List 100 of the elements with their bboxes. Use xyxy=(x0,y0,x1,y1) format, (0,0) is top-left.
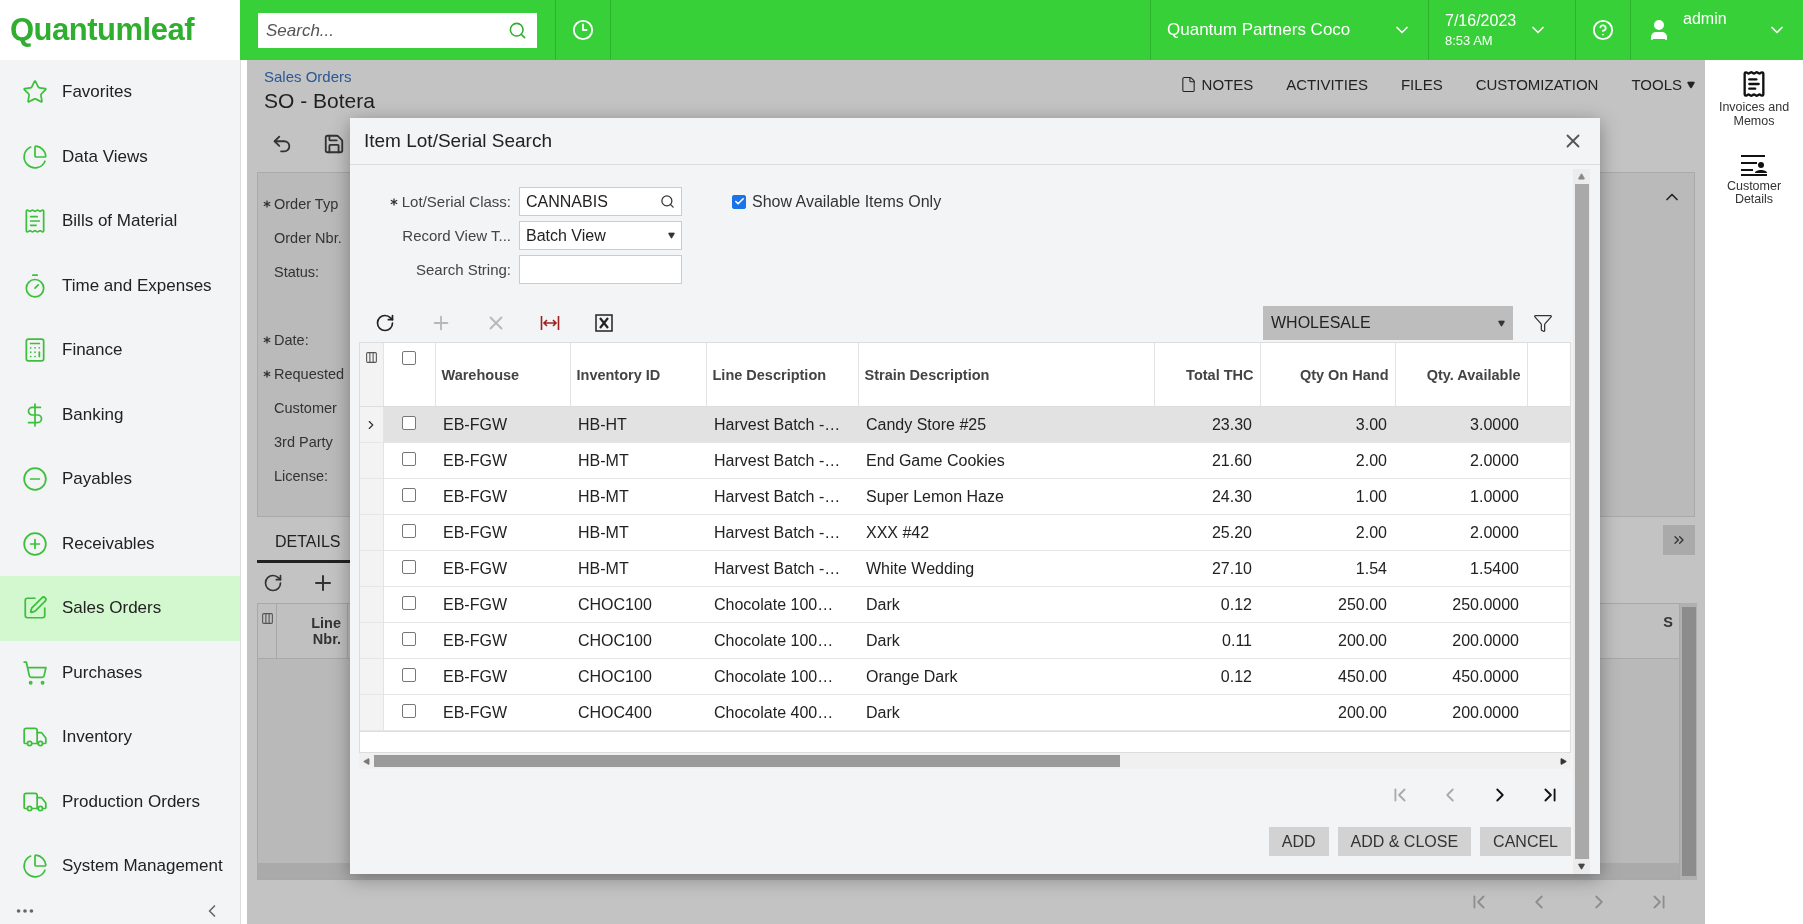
scroll-arrow-icon[interactable] xyxy=(1560,757,1567,765)
filter-icon[interactable] xyxy=(1533,313,1553,333)
table-cell: Dark xyxy=(858,622,1154,659)
search-field[interactable]: Search... xyxy=(258,13,537,48)
sidebar-item[interactable]: Data Views xyxy=(0,124,240,189)
scrollbar[interactable] xyxy=(1680,603,1697,880)
table-cell: Dark xyxy=(858,586,1154,623)
table-cell: CHOC100 xyxy=(570,586,706,623)
table-cell: 27.10 xyxy=(1154,550,1260,587)
dropdown[interactable]: WHOLESALE xyxy=(1263,306,1513,340)
checkbox[interactable] xyxy=(402,559,417,574)
sidebar-item[interactable]: Inventory xyxy=(0,705,240,770)
dropdown[interactable]: Batch View xyxy=(519,221,682,250)
undo-icon[interactable] xyxy=(271,133,293,155)
dialog-button[interactable]: ADD & CLOSE xyxy=(1337,827,1472,856)
side-panel-link[interactable]: Customer Details xyxy=(1709,152,1799,207)
spreadsheet-export-icon[interactable] xyxy=(595,314,613,332)
checkbox[interactable] xyxy=(402,351,416,365)
table-row[interactable]: EB-FGW HB-MT Harvest Batch -… White Wedding 27.10 1.54 1.5400 xyxy=(360,550,1570,587)
columns-icon[interactable] xyxy=(364,351,378,364)
sidebar-item[interactable]: Favorites xyxy=(0,60,240,125)
toolbar-action[interactable]: FILES xyxy=(1400,76,1443,93)
toolbar-action[interactable]: NOTES xyxy=(1179,76,1254,93)
checkbox[interactable] xyxy=(732,194,746,209)
more-tabs-button[interactable] xyxy=(1663,525,1695,555)
checkbox[interactable] xyxy=(402,595,417,610)
table-cell: Harvest Batch -… xyxy=(706,514,858,551)
input-field[interactable]: CANNABIS xyxy=(519,187,682,216)
columns-icon[interactable] xyxy=(260,612,274,625)
sidebar-item[interactable]: Sales Orders xyxy=(0,576,240,641)
dialog-button[interactable]: ADD xyxy=(1268,827,1329,856)
checkbox[interactable] xyxy=(402,451,417,466)
pie-chart-icon xyxy=(22,853,48,880)
refresh-icon[interactable] xyxy=(263,573,283,593)
column-header[interactable]: Strain Description xyxy=(858,343,1154,407)
table-cell: 2.0000 xyxy=(1395,442,1527,479)
column-header[interactable]: Qty On Hand xyxy=(1260,343,1395,407)
column-header[interactable]: Inventory ID xyxy=(570,343,706,407)
table-cell: Super Lemon Haze xyxy=(858,478,1154,515)
side-panel-link[interactable]: Invoices and Memos xyxy=(1709,70,1799,129)
sidebar-item[interactable]: Finance xyxy=(0,318,240,383)
table-row[interactable]: EB-FGW HB-MT Harvest Batch -… End Game Cookies 21.60 2.00 2.0000 xyxy=(360,442,1570,479)
column-header[interactable]: Line Description xyxy=(706,343,858,407)
column-header[interactable]: Total THC xyxy=(1154,343,1260,407)
table-row[interactable]: EB-FGW CHOC100 Chocolate 100… Dark 0.12 250.00 250.0000 xyxy=(360,586,1570,623)
table-cell: EB-FGW xyxy=(435,406,570,443)
checkbox[interactable] xyxy=(402,631,417,646)
toolbar-action[interactable]: TOOLS xyxy=(1631,76,1695,93)
table-cell: EB-FGW xyxy=(435,478,570,515)
scrollbar[interactable] xyxy=(1573,169,1590,874)
fit-columns-icon[interactable] xyxy=(540,314,560,332)
toolbar-action[interactable]: CUSTOMIZATION xyxy=(1475,76,1599,93)
table-cell: 24.30 xyxy=(1154,478,1260,515)
table-row[interactable]: EB-FGW HB-MT Harvest Batch -… Super Lemon Haze 24.30 1.00 1.0000 xyxy=(360,478,1570,515)
table-cell: HB-MT xyxy=(570,550,706,587)
checkbox[interactable] xyxy=(402,487,417,502)
table-cell: Chocolate 100… xyxy=(706,622,858,659)
column-header[interactable]: Warehouse xyxy=(435,343,570,407)
table-cell: 1.00 xyxy=(1260,478,1395,515)
save-icon[interactable] xyxy=(323,133,345,155)
table-cell: EB-FGW xyxy=(435,514,570,551)
table-cell: CHOC100 xyxy=(570,622,706,659)
sidebar-item[interactable]: Production Orders xyxy=(0,769,240,834)
refresh-icon[interactable] xyxy=(375,313,395,333)
field-label: Date: xyxy=(274,332,309,348)
scroll-arrow-icon[interactable] xyxy=(1578,863,1585,870)
toolbar-action[interactable]: ACTIVITIES xyxy=(1286,76,1368,93)
search-icon[interactable] xyxy=(508,21,527,40)
checkbox[interactable] xyxy=(402,703,417,718)
sidebar-item[interactable]: Purchases xyxy=(0,640,240,705)
sidebar-item[interactable]: Banking xyxy=(0,382,240,447)
checkbox[interactable] xyxy=(402,415,417,430)
table-cell: 25.20 xyxy=(1154,514,1260,551)
checkbox[interactable] xyxy=(402,667,417,682)
dialog-button[interactable]: CANCEL xyxy=(1480,827,1571,856)
table-row[interactable]: EB-FGW HB-MT Harvest Batch -… XXX #42 25.20 2.00 2.0000 xyxy=(360,514,1570,551)
input-field[interactable] xyxy=(519,255,682,284)
table-cell: EB-FGW xyxy=(435,622,570,659)
table-cell: CHOC100 xyxy=(570,658,706,695)
field-label: Customer xyxy=(274,400,337,416)
sidebar-item[interactable]: Payables xyxy=(0,447,240,512)
sidebar-item[interactable]: System Management xyxy=(0,834,240,899)
sidebar-item[interactable]: Time and Expenses xyxy=(0,253,240,318)
table-row[interactable]: EB-FGW CHOC400 Chocolate 400… Dark 200.00 200.0000 xyxy=(360,694,1570,731)
table-row[interactable]: EB-FGW CHOC100 Chocolate 100… Dark 0.11 200.00 200.0000 xyxy=(360,622,1570,659)
sidebar-item[interactable]: Bills of Material xyxy=(0,189,240,254)
column-header[interactable]: Qty. Available xyxy=(1395,343,1527,407)
horizontal-scrollbar[interactable] xyxy=(359,753,1571,769)
table-row[interactable]: EB-FGW CHOC100 Chocolate 100… Orange Dark 0.12 450.00 450.0000 xyxy=(360,658,1570,695)
field-label: Status: xyxy=(274,264,320,280)
table-cell: HB-HT xyxy=(570,406,706,443)
column-header[interactable]: S xyxy=(1657,604,1679,658)
table-row[interactable]: EB-FGW HB-HT Harvest Batch -… Candy Store #25 23.30 3.00 3.0000 xyxy=(360,406,1570,443)
plus-circle-icon xyxy=(22,530,48,557)
breadcrumb-link[interactable]: Sales Orders xyxy=(264,68,375,85)
caret-icon xyxy=(668,232,675,239)
column-header[interactable]: Line Nbr. xyxy=(277,604,348,658)
table-cell: 1.0000 xyxy=(1395,478,1527,515)
checkbox[interactable] xyxy=(402,523,417,538)
sidebar-item[interactable]: Receivables xyxy=(0,511,240,576)
